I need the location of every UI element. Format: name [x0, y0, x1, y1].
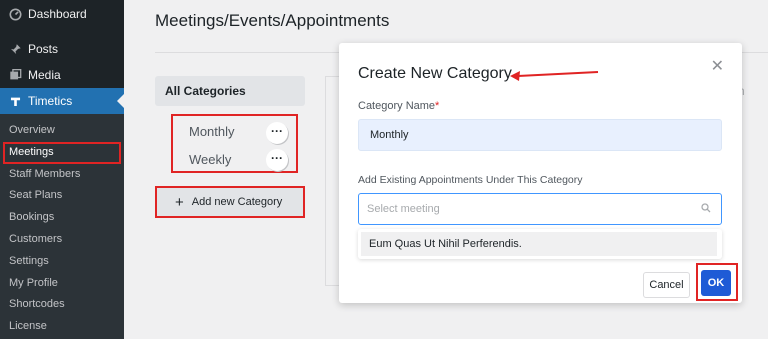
- plus-icon: +: [175, 193, 184, 211]
- admin-sidebar: Dashboard Posts Media Timetics Overview …: [0, 0, 124, 339]
- pin-icon: [8, 42, 22, 56]
- ok-highlight: OK: [696, 263, 738, 301]
- search-icon: [701, 194, 711, 224]
- submenu-item-customers[interactable]: Customers: [0, 229, 124, 251]
- sidebar-item-label: Media: [28, 68, 61, 82]
- submenu-item-settings[interactable]: Settings: [0, 251, 124, 273]
- category-list: Monthly ··· Weekly ···: [171, 114, 298, 173]
- submenu-item-shortcodes[interactable]: Shortcodes: [0, 294, 124, 316]
- submenu-item-staff-members[interactable]: Staff Members: [0, 164, 124, 186]
- media-icon: [8, 68, 22, 82]
- submenu-item-bookings[interactable]: Bookings: [0, 207, 124, 229]
- category-item-monthly[interactable]: Monthly: [189, 124, 235, 139]
- sidebar-item-timetics[interactable]: Timetics: [0, 88, 124, 114]
- sidebar-item-dashboard[interactable]: Dashboard: [0, 0, 124, 28]
- category-options-button[interactable]: ···: [266, 122, 288, 144]
- sidebar-item-label: Posts: [28, 42, 59, 56]
- submenu-item-meetings[interactable]: Meetings: [3, 141, 121, 164]
- annotation-arrow-icon: [510, 71, 599, 81]
- add-category-label: Add new Category: [191, 196, 283, 208]
- submenu-item-my-profile[interactable]: My Profile: [0, 273, 124, 295]
- close-icon[interactable]: ✕: [711, 56, 724, 76]
- modal-title: Create New Category: [358, 65, 512, 82]
- create-category-modal: Create New Category ✕ Category Name* Mon…: [339, 43, 742, 303]
- category-options-button[interactable]: ···: [266, 149, 288, 171]
- existing-appointments-label: Add Existing Appointments Under This Cat…: [358, 174, 583, 186]
- submenu-item-seat-plans[interactable]: Seat Plans: [0, 185, 124, 207]
- cancel-button[interactable]: Cancel: [643, 272, 690, 298]
- category-name-label: Category Name*: [358, 100, 440, 112]
- all-categories-header[interactable]: All Categories: [155, 76, 305, 106]
- timetics-icon: [8, 94, 22, 108]
- category-name-input[interactable]: Monthly: [358, 119, 722, 151]
- meeting-select-placeholder: Select meeting: [367, 203, 440, 215]
- page-title: Meetings/Events/Appointments: [155, 11, 390, 30]
- meetings-panel-edge: [325, 76, 339, 286]
- meeting-select[interactable]: Select meeting: [358, 193, 722, 225]
- all-categories-label: All Categories: [165, 84, 246, 98]
- category-item-weekly[interactable]: Weekly: [189, 152, 231, 167]
- sidebar-item-label: Timetics: [28, 94, 73, 108]
- meeting-dropdown: Eum Quas Ut Nihil Perferendis.: [358, 229, 722, 259]
- submenu-item-overview[interactable]: Overview: [0, 120, 124, 142]
- timetics-submenu: Overview Meetings Staff Members Seat Pla…: [0, 114, 124, 339]
- sidebar-item-media[interactable]: Media: [0, 62, 124, 88]
- add-category-button[interactable]: + Add new Category: [155, 186, 305, 218]
- dropdown-option[interactable]: Eum Quas Ut Nihil Perferendis.: [361, 232, 717, 256]
- sidebar-item-label: Dashboard: [28, 7, 87, 21]
- dashboard-icon: [8, 7, 22, 21]
- sidebar-item-posts[interactable]: Posts: [0, 36, 124, 62]
- submenu-item-license[interactable]: License: [0, 316, 124, 338]
- ok-button[interactable]: OK: [701, 270, 731, 296]
